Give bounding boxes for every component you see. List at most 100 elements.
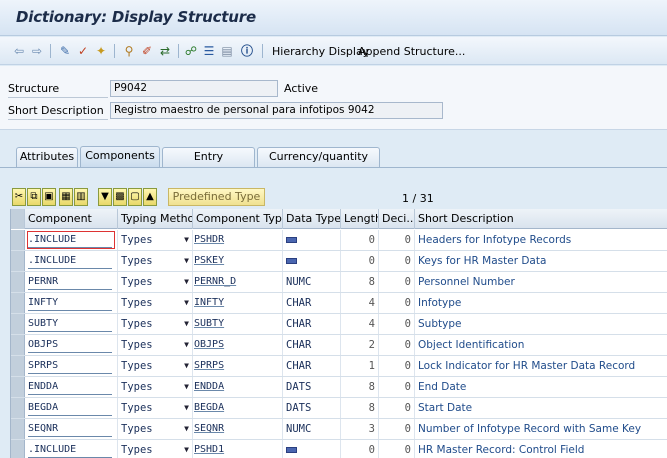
append-structure-button[interactable]: Append Structure... bbox=[358, 45, 465, 58]
row-selector[interactable] bbox=[11, 335, 25, 355]
typing-method-field[interactable]: Types bbox=[121, 360, 153, 372]
component-type-field[interactable]: SUBTY bbox=[194, 316, 280, 332]
dropdown-arrow-icon[interactable]: ▼ bbox=[184, 335, 189, 355]
row-selector[interactable] bbox=[11, 272, 25, 292]
row-selector[interactable] bbox=[11, 230, 25, 250]
table-row[interactable]: INFTY Types ▼ INFTY CHAR 4 0 Infotype bbox=[11, 293, 667, 314]
forward-arrow-icon[interactable]: ⇨ bbox=[30, 44, 44, 58]
row-selector[interactable] bbox=[11, 314, 25, 334]
insert-row-icon[interactable]: ▦ bbox=[59, 188, 73, 206]
dropdown-arrow-icon[interactable]: ▼ bbox=[184, 314, 189, 334]
select-all-icon[interactable]: ▩ bbox=[113, 188, 127, 206]
filter-icon[interactable]: ▼ bbox=[98, 188, 112, 206]
typing-method-field[interactable]: Types bbox=[121, 255, 153, 267]
cut-icon[interactable]: ✂ bbox=[12, 188, 26, 206]
component-field[interactable]: SPRPS bbox=[28, 358, 112, 374]
component-field[interactable]: INFTY bbox=[28, 295, 112, 311]
short-description-field[interactable]: Registro maestro de personal para infoti… bbox=[110, 102, 443, 119]
dropdown-arrow-icon[interactable]: ▼ bbox=[184, 293, 189, 313]
component-type-field[interactable]: SPRPS bbox=[194, 358, 280, 374]
component-field[interactable]: SEQNR bbox=[28, 421, 112, 437]
component-type-field[interactable]: PSHD1 bbox=[194, 442, 280, 458]
typing-method-field[interactable]: Types bbox=[121, 318, 153, 330]
info-icon[interactable]: ⓘ bbox=[240, 44, 254, 58]
row-selector[interactable] bbox=[11, 251, 25, 271]
table-row[interactable]: .INCLUDE Types ▼ PSKEY 0 0 Keys for HR Master … bbox=[11, 251, 667, 272]
table-row[interactable]: SPRPS Types ▼ SPRPS CHAR 1 0 Lock Indicator for… bbox=[11, 356, 667, 377]
component-field[interactable]: SUBTY bbox=[28, 316, 112, 332]
component-field[interactable]: PERNR bbox=[28, 274, 112, 290]
table-row[interactable]: SUBTY Types ▼ SUBTY CHAR 4 0 Subtype bbox=[11, 314, 667, 335]
table-row[interactable]: PERNR Types ▼ PERNR_D NUMC 8 0 Personnel Number bbox=[11, 272, 667, 293]
table-row[interactable]: OBJPS Types ▼ OBJPS CHAR 2 0 Object Identificat… bbox=[11, 335, 667, 356]
dropdown-arrow-icon[interactable]: ▼ bbox=[184, 251, 189, 271]
col-component[interactable]: Component bbox=[25, 209, 118, 229]
typing-method-field[interactable]: Types bbox=[121, 381, 153, 393]
dropdown-arrow-icon[interactable]: ▼ bbox=[184, 440, 189, 458]
select-all-cell[interactable] bbox=[11, 209, 25, 229]
component-type-field[interactable]: BEGDA bbox=[194, 400, 280, 416]
col-component-type[interactable]: Component Type bbox=[193, 209, 283, 229]
layout-icon[interactable]: ▤ bbox=[220, 44, 234, 58]
dropdown-arrow-icon[interactable]: ▼ bbox=[184, 230, 189, 250]
where-used-icon[interactable]: ⚲ bbox=[122, 44, 136, 58]
edit-pencil-icon[interactable]: ✐ bbox=[140, 44, 154, 58]
table-row[interactable]: .INCLUDE Types ▼ PSHD1 0 0 HR Master Record: C… bbox=[11, 440, 667, 458]
display-change-icon[interactable]: ✎ bbox=[58, 44, 72, 58]
hierarchy-icon[interactable]: ☍ bbox=[184, 44, 198, 58]
tab-currency-quantity-fields[interactable]: Currency/quantity fields bbox=[257, 147, 380, 181]
col-short-description[interactable]: Short Description bbox=[415, 209, 667, 229]
typing-method-field[interactable]: Types bbox=[121, 276, 153, 288]
component-field[interactable]: BEGDA bbox=[28, 400, 112, 416]
component-field[interactable]: OBJPS bbox=[28, 337, 112, 353]
component-field[interactable]: ENDDA bbox=[28, 379, 112, 395]
component-field[interactable]: .INCLUDE bbox=[28, 232, 112, 248]
check-icon[interactable]: ✓ bbox=[76, 44, 90, 58]
component-type-field[interactable]: PSKEY bbox=[194, 253, 280, 269]
row-selector[interactable] bbox=[11, 356, 25, 376]
delete-row-icon[interactable]: ▥ bbox=[74, 188, 88, 206]
structure-field[interactable]: P9042 bbox=[110, 80, 278, 97]
dropdown-arrow-icon[interactable]: ▼ bbox=[184, 419, 189, 439]
dropdown-arrow-icon[interactable]: ▼ bbox=[184, 398, 189, 418]
row-selector[interactable] bbox=[11, 440, 25, 458]
activate-icon[interactable]: ✦ bbox=[94, 44, 108, 58]
component-field[interactable]: .INCLUDE bbox=[28, 442, 112, 458]
component-type-field[interactable]: OBJPS bbox=[194, 337, 280, 353]
typing-method-field[interactable]: Types bbox=[121, 297, 153, 309]
component-type-field[interactable]: ENDDA bbox=[194, 379, 280, 395]
deselect-all-icon[interactable]: ▢ bbox=[128, 188, 142, 206]
paste-icon[interactable]: ▣ bbox=[42, 188, 56, 206]
copy-icon[interactable]: ⧉ bbox=[27, 188, 41, 206]
tab-attributes[interactable]: Attributes bbox=[16, 147, 78, 167]
typing-method-field[interactable]: Types bbox=[121, 234, 153, 246]
typing-method-field[interactable]: Types bbox=[121, 423, 153, 435]
col-data-type[interactable]: Data Type bbox=[283, 209, 341, 229]
component-type-field[interactable]: PSHDR bbox=[194, 232, 280, 248]
component-field[interactable]: .INCLUDE bbox=[28, 253, 112, 269]
tab-entry-help-check[interactable]: Entry help/check bbox=[162, 147, 255, 181]
dropdown-arrow-icon[interactable]: ▼ bbox=[184, 272, 189, 292]
back-arrow-icon[interactable]: ⇦ bbox=[12, 44, 26, 58]
dropdown-arrow-icon[interactable]: ▼ bbox=[184, 377, 189, 397]
col-typing-method[interactable]: Typing Method bbox=[118, 209, 193, 229]
table-row[interactable]: BEGDA Types ▼ BEGDA DATS 8 0 Start Date bbox=[11, 398, 667, 419]
table-row[interactable]: .INCLUDE Types ▼ PSHDR 0 0 Headers for Infotyp… bbox=[11, 230, 667, 251]
component-type-field[interactable]: INFTY bbox=[194, 295, 280, 311]
row-selector[interactable] bbox=[11, 398, 25, 418]
table-icon[interactable]: ☰ bbox=[202, 44, 216, 58]
tab-components[interactable]: Components bbox=[80, 146, 160, 168]
dropdown-arrow-icon[interactable]: ▼ bbox=[184, 356, 189, 376]
row-selector[interactable] bbox=[11, 419, 25, 439]
row-selector[interactable] bbox=[11, 377, 25, 397]
row-selector[interactable] bbox=[11, 293, 25, 313]
predefined-type-button[interactable]: Predefined Type bbox=[168, 188, 265, 206]
component-type-field[interactable]: PERNR_D bbox=[194, 274, 280, 290]
table-row[interactable]: SEQNR Types ▼ SEQNR NUMC 3 0 Number of Infotype… bbox=[11, 419, 667, 440]
col-decimals[interactable]: Deci... bbox=[379, 209, 415, 229]
typing-method-field[interactable]: Types bbox=[121, 402, 153, 414]
sort-ascending-icon[interactable]: ▲ bbox=[143, 188, 157, 206]
object-list-icon[interactable]: ⇄ bbox=[158, 44, 172, 58]
typing-method-field[interactable]: Types bbox=[121, 444, 153, 456]
component-type-field[interactable]: SEQNR bbox=[194, 421, 280, 437]
